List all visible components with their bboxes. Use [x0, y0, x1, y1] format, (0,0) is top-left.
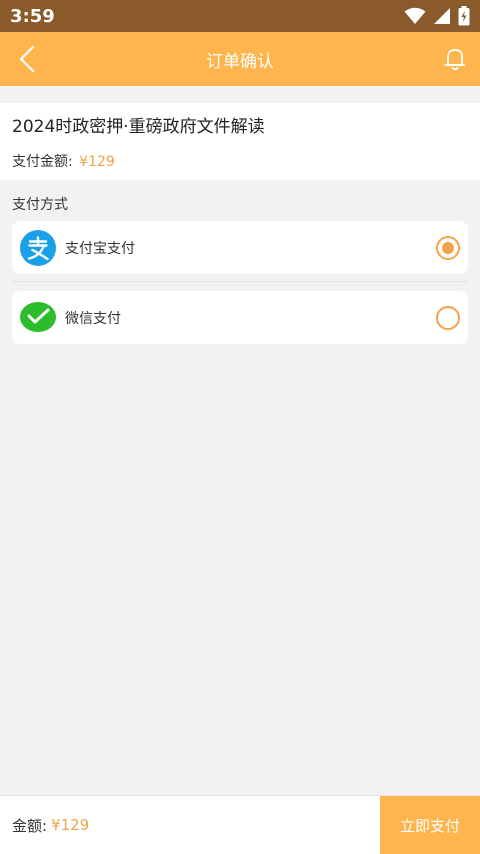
wechat-pay-icon: [20, 301, 56, 332]
divider: [12, 281, 468, 282]
back-arrow-icon: [19, 45, 35, 73]
status-time: 3:59: [10, 5, 55, 27]
product-title: 2024时政密押·重磅政府文件解读: [12, 117, 265, 137]
payment-method-title: 支付方式: [12, 197, 68, 213]
total-label: 金额:: [12, 816, 48, 835]
battery-icon: [458, 6, 470, 26]
notification-button[interactable]: [440, 44, 470, 74]
status-icons: [404, 6, 470, 26]
pay-now-button[interactable]: 立即支付: [380, 796, 480, 854]
page-title: 订单确认: [206, 51, 274, 72]
wifi-icon: [404, 7, 426, 24]
radio-selected[interactable]: [436, 235, 460, 260]
status-bar: 3:59: [0, 0, 480, 32]
radio-unselected[interactable]: [436, 305, 460, 330]
back-button[interactable]: [12, 44, 42, 74]
payment-option-wechat[interactable]: 微信支付: [12, 291, 468, 344]
amount-label: 支付金额:: [12, 154, 73, 170]
order-summary-card: 2024时政密押·重磅政府文件解读 支付金额: ¥129: [0, 103, 480, 180]
amount-row: 支付金额: ¥129: [12, 151, 468, 171]
payment-option-label: 支付宝支付: [65, 240, 135, 257]
total-value: ¥129: [51, 816, 90, 834]
payment-option-alipay[interactable]: 支付宝支付: [12, 221, 468, 274]
payment-option-label: 微信支付: [65, 310, 121, 327]
cellular-signal-icon: [434, 8, 450, 24]
amount-value: ¥129: [79, 154, 115, 170]
alipay-icon: [20, 229, 56, 266]
bottom-bar: 金额: ¥129 立即支付: [0, 795, 480, 854]
bell-icon: [444, 49, 466, 71]
app-header: 订单确认: [0, 32, 480, 86]
